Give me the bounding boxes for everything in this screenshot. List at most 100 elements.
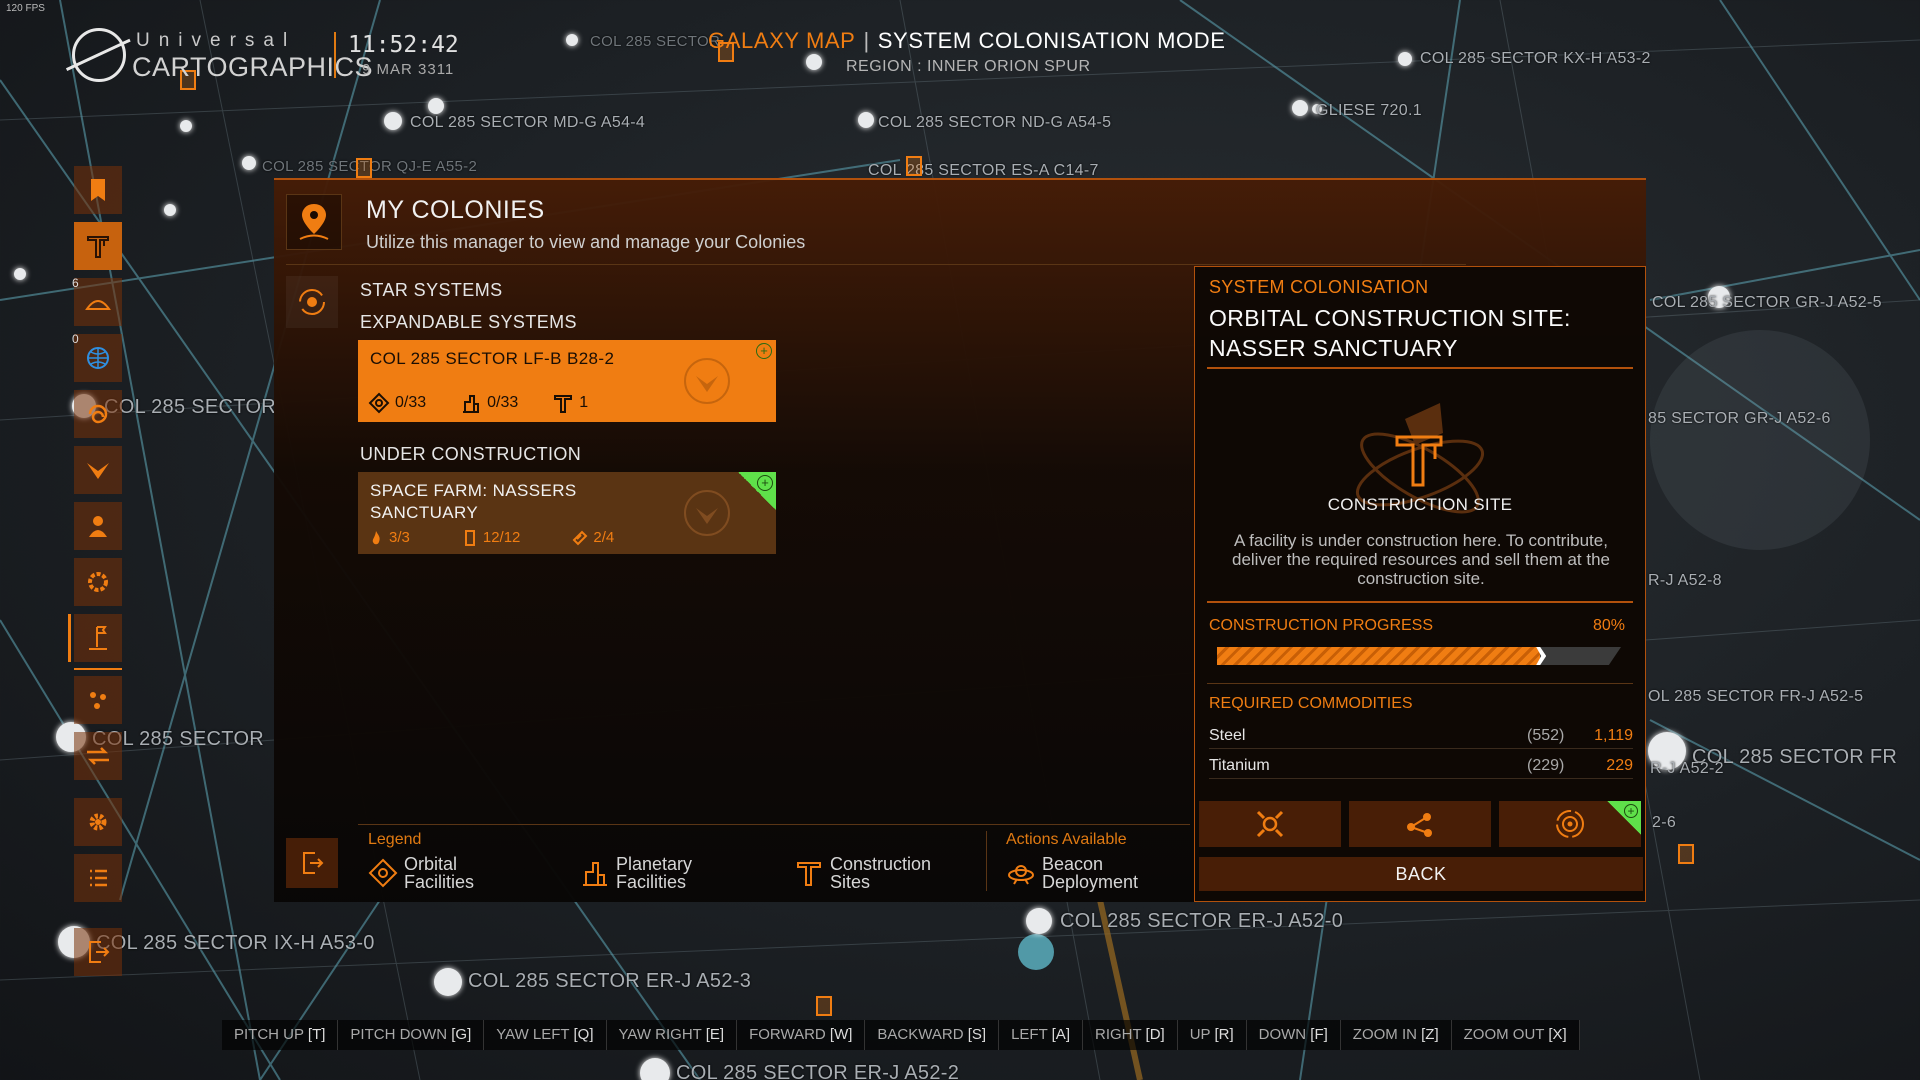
bookmark-marker-icon[interactable] — [906, 156, 922, 176]
commodity-required: 229 — [1606, 757, 1633, 774]
star-label[interactable]: R-J A52-2 — [1650, 760, 1724, 778]
system-name: COL 285 SECTOR LF-B B28-2 — [370, 349, 615, 368]
add-icon: + — [756, 343, 772, 359]
bookmark-marker-icon[interactable] — [356, 158, 372, 178]
star[interactable] — [1292, 100, 1308, 116]
game-date: 9 MAR 3311 — [362, 61, 455, 78]
construction-stat-1-value: 3/3 — [389, 529, 410, 546]
star-label[interactable]: COL 285 SECTOR IX-H A53-0 — [96, 932, 375, 955]
fps-counter: 120 FPS — [6, 3, 45, 14]
star-label[interactable]: COL 285 SECTOR KX-H A53-2 — [1420, 50, 1651, 68]
sidebar-item-bookmarks[interactable] — [74, 166, 122, 214]
legend-beacon: Beacon Deployment — [1006, 855, 1162, 891]
star-label[interactable]: COL 285 SECTOR — [104, 396, 276, 419]
star-label[interactable]: R-J A52-8 — [1648, 572, 1722, 590]
bookmark-marker-icon[interactable] — [816, 996, 832, 1016]
construction-crane-icon — [87, 236, 109, 258]
planet-icon — [85, 300, 111, 310]
commodity-owned: (229) — [1527, 757, 1565, 774]
detail-divider — [1207, 601, 1633, 603]
star-label[interactable]: COL 285 SECTOR ER-J A52-0 — [1060, 910, 1343, 933]
star[interactable] — [180, 120, 192, 132]
control-hint: YAW RIGHT [E] — [606, 1020, 738, 1050]
construction-site-description: A facility is under construction here. T… — [1232, 531, 1610, 588]
star-label[interactable]: 85 SECTOR GR-J A52-6 — [1648, 410, 1831, 428]
star-label[interactable]: GLIESE 720.1 — [1316, 102, 1422, 120]
panel-exit-button[interactable] — [286, 838, 338, 888]
control-hint: YAW LEFT [Q] — [484, 1020, 607, 1050]
progress-label: CONSTRUCTION PROGRESS — [1209, 617, 1434, 634]
under-construction-heading: UNDER CONSTRUCTION — [360, 444, 582, 464]
control-hint-key: [D] — [1145, 1026, 1165, 1043]
star[interactable] — [806, 54, 822, 70]
star[interactable] — [1026, 908, 1052, 934]
control-hint-label: LEFT — [1011, 1026, 1052, 1043]
bookmark-marker-icon[interactable] — [1678, 844, 1694, 864]
control-hint-key: [R] — [1214, 1026, 1234, 1043]
star[interactable] — [428, 98, 444, 114]
sidebar-item-commander[interactable] — [74, 502, 122, 550]
construction-site-name: SPACE FARM: NASSERS SANCTUARY — [370, 481, 577, 522]
star-label[interactable]: COL 285 SECTOR GR-J A52-5 — [1652, 294, 1882, 312]
legend-orbital-label: Orbital Facilities — [404, 854, 475, 892]
control-hint: FORWARD [W] — [737, 1020, 866, 1050]
logo-bottom-text: CARTOGRAPHICS — [132, 52, 374, 82]
legend-orbital: Orbital Facilities — [368, 855, 524, 891]
commodity-row[interactable]: Steel (552) 1,119 — [1209, 723, 1633, 749]
star[interactable] — [14, 268, 26, 280]
battery-icon — [464, 529, 475, 546]
star-label[interactable]: COL 285 SECTOR — [590, 33, 720, 50]
sidebar-item-planets[interactable]: 6 — [72, 276, 122, 326]
star-label[interactable]: OL 285 SECTOR FR-J A52-5 — [1648, 688, 1863, 706]
logo-top-text: Universal — [136, 30, 297, 51]
expandable-system-card[interactable]: COL 285 SECTOR LF-B B28-2 + 0/33 0/33 1 — [358, 340, 776, 422]
back-button[interactable]: BACK — [1199, 857, 1643, 891]
star-systems-tab[interactable] — [286, 276, 338, 328]
sidebar-item-settings[interactable] — [74, 798, 122, 846]
star[interactable] — [164, 204, 176, 216]
planetary-facility-icon — [583, 862, 607, 886]
colonisation-action-button[interactable]: + — [1499, 801, 1641, 847]
star[interactable] — [640, 1058, 670, 1080]
progress-bar-fill — [1217, 647, 1541, 665]
focus-target-button[interactable] — [1199, 801, 1341, 847]
star[interactable] — [434, 968, 462, 996]
construction-site-card[interactable]: SPACE FARM: NASSERS SANCTUARY + 3/3 12/1… — [358, 472, 776, 554]
sidebar-item-exit[interactable] — [74, 928, 122, 976]
control-hint: ZOOM IN [Z] — [1340, 1020, 1452, 1050]
control-hint: PITCH UP [T] — [222, 1020, 339, 1050]
star[interactable] — [566, 34, 578, 46]
orbital-facility-icon — [368, 858, 398, 888]
control-hint: DOWN [F] — [1246, 1020, 1341, 1050]
control-hint-key: [F] — [1310, 1026, 1328, 1043]
star-label[interactable]: 2-6 — [1652, 814, 1676, 832]
star[interactable] — [1398, 52, 1412, 66]
star[interactable] — [384, 112, 402, 130]
flame-icon — [372, 530, 380, 544]
star-label[interactable]: COL 285 SECTOR ER-J A52-3 — [468, 970, 751, 993]
control-hint-label: YAW LEFT — [496, 1026, 574, 1043]
sidebar-item-colonies[interactable] — [74, 614, 122, 662]
legend-divider — [986, 831, 987, 891]
star-systems-icon — [299, 289, 325, 315]
panel-subtitle: Utilize this manager to view and manage … — [366, 232, 806, 252]
sidebar-item-factions[interactable] — [74, 446, 122, 494]
sidebar-item-globe[interactable]: 0 — [72, 332, 122, 382]
tag-icon — [572, 530, 588, 545]
star[interactable] — [858, 112, 874, 128]
gear-icon — [88, 572, 108, 592]
sidebar-item-colonisation[interactable] — [74, 222, 122, 270]
sidebar-item-cluster[interactable] — [74, 676, 122, 724]
sidebar-item-outfitting[interactable] — [74, 558, 122, 606]
star-label[interactable]: COL 285 SECTOR MD-G A54-4 — [410, 114, 645, 132]
sidebar-item-list[interactable] — [74, 854, 122, 902]
sidebar-item-route[interactable] — [74, 732, 122, 780]
star-label[interactable]: COL 285 SECTOR ND-G A54-5 — [878, 114, 1111, 132]
legend-bar: Legend Orbital Facilities Planetary Faci… — [358, 824, 1190, 904]
control-hint: PITCH DOWN [G] — [338, 1020, 485, 1050]
star[interactable] — [242, 156, 256, 170]
route-plot-button[interactable] — [1349, 801, 1491, 847]
star-label[interactable]: COL 285 SECTOR ER-J A52-2 — [676, 1062, 959, 1080]
commodity-row[interactable]: Titanium (229) 229 — [1209, 753, 1633, 779]
sidebar-item-spiral[interactable] — [74, 390, 122, 438]
